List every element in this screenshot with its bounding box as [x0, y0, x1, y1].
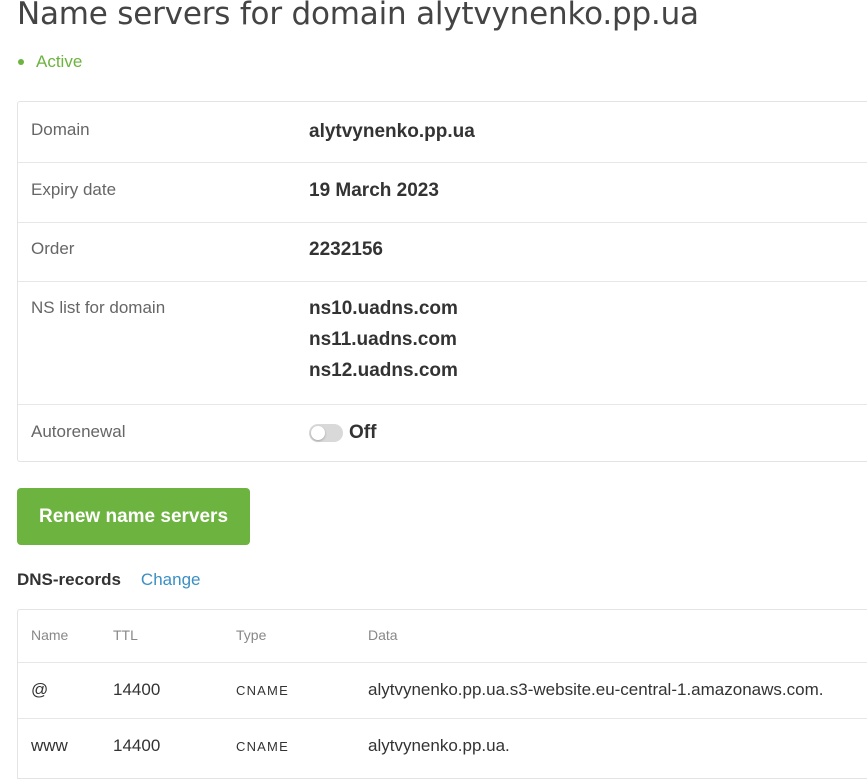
column-header-name: Name [31, 627, 69, 643]
expiry-value: 19 March 2023 [309, 180, 439, 201]
page-title: Name servers for domain alytvynenko.pp.u… [17, 0, 699, 32]
dns-table-header: Name TTL Type Data [18, 610, 867, 663]
dns-records-header: DNS-records Change [17, 570, 200, 590]
ns-list: ns10.uadns.com ns11.uadns.com ns12.uadns… [309, 293, 458, 386]
record-data: alytvynenko.pp.ua.s3-website.eu-central-… [368, 680, 824, 699]
ns-item: ns10.uadns.com [309, 298, 458, 319]
autorenewal-label: Autorenewal [31, 422, 126, 441]
table-row: @ 14400 CNAME alytvynenko.pp.ua.s3-websi… [18, 662, 867, 719]
ns-item: ns12.uadns.com [309, 360, 458, 381]
status-indicator: Active [18, 52, 82, 72]
info-row-expiry: Expiry date 19 March 2023 [18, 162, 867, 223]
column-header-ttl: TTL [113, 627, 138, 643]
column-header-type: Type [236, 627, 267, 643]
record-name: www [31, 736, 68, 755]
domain-label: Domain [31, 120, 90, 139]
domain-info-card: Domain alytvynenko.pp.ua Expiry date 19 … [17, 101, 867, 462]
info-row-order: Order 2232156 [18, 222, 867, 282]
autorenewal-toggle[interactable] [309, 424, 343, 442]
autorenewal-state: Off [349, 422, 377, 443]
order-label: Order [31, 239, 75, 258]
record-name: @ [31, 680, 49, 699]
record-ttl: 14400 [113, 736, 161, 755]
record-type: CNAME [236, 683, 289, 698]
record-data: alytvynenko.pp.ua. [368, 736, 510, 755]
toggle-knob [311, 426, 325, 440]
status-label: Active [36, 52, 83, 71]
record-ttl: 14400 [113, 680, 161, 699]
status-dot-icon [18, 59, 24, 65]
info-row-ns: NS list for domain ns10.uadns.com ns11.u… [18, 281, 867, 405]
renew-name-servers-button[interactable]: Renew name servers [17, 488, 250, 545]
order-value: 2232156 [309, 239, 383, 260]
autorenewal-toggle-group: Off [309, 422, 376, 444]
info-row-autorenewal: Autorenewal Off [18, 404, 867, 463]
dns-records-table: Name TTL Type Data @ 14400 CNAME alytvyn… [17, 609, 867, 779]
info-row-domain: Domain alytvynenko.pp.ua [18, 102, 867, 163]
ns-label: NS list for domain [31, 298, 166, 317]
ns-item: ns11.uadns.com [309, 329, 457, 350]
dns-change-link[interactable]: Change [141, 570, 201, 590]
record-type: CNAME [236, 739, 289, 754]
column-header-data: Data [368, 627, 398, 643]
expiry-label: Expiry date [31, 180, 117, 199]
dns-records-title: DNS-records [17, 570, 121, 589]
domain-value: alytvynenko.pp.ua [309, 121, 475, 142]
